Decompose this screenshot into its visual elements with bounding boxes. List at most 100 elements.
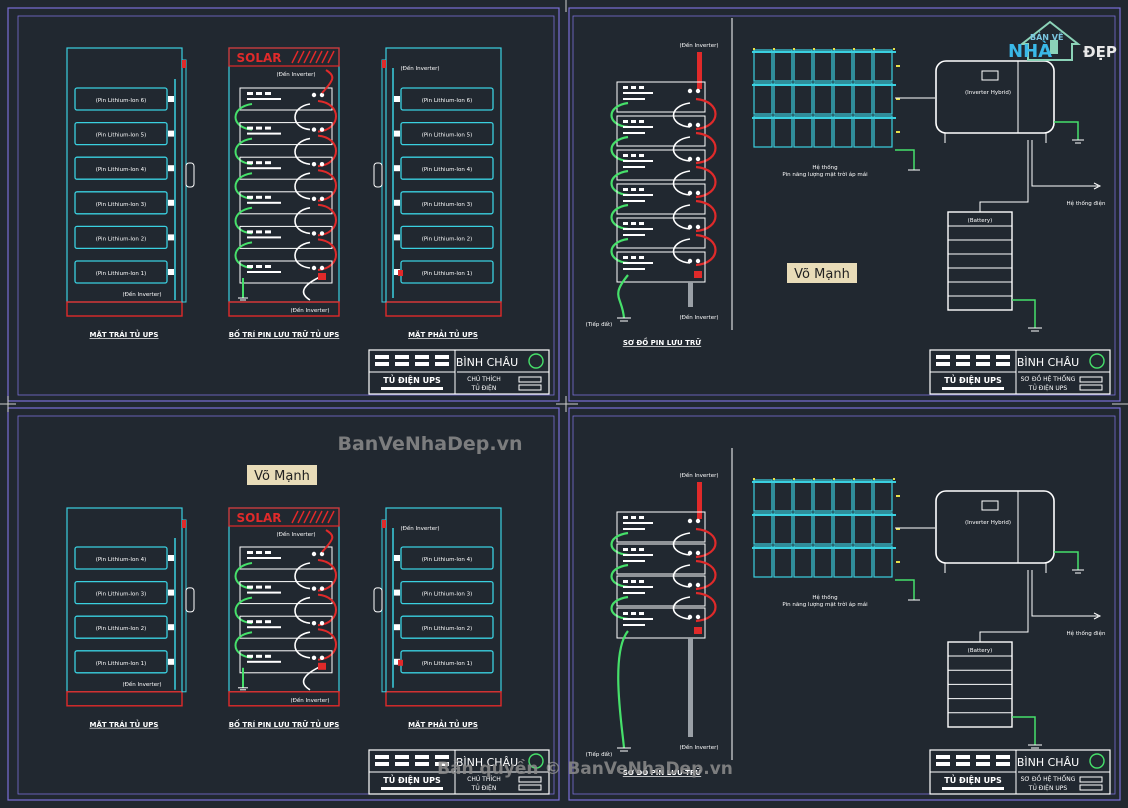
title-block-mark	[976, 362, 990, 366]
module-port	[687, 156, 693, 162]
cabinet-door-hinge	[382, 60, 386, 68]
module-port	[687, 614, 693, 620]
module-indicator	[639, 222, 644, 225]
module-indicator	[639, 154, 644, 157]
battery-label: (Pin Lithium-Ion 4)	[422, 557, 473, 563]
module-indicator	[623, 188, 628, 191]
module-indicator	[247, 626, 281, 629]
title-block-mark	[956, 755, 970, 759]
title-block-mark	[976, 755, 990, 759]
module-indicator	[631, 580, 636, 583]
module-indicator	[623, 228, 653, 230]
title-block-mark	[996, 362, 1010, 366]
module-indicator	[256, 161, 262, 165]
cad-drawing-canvas: (Pin Lithium-Ion 6) (Pin Lithium-Ion 5) (P…	[0, 0, 1128, 808]
module-indicator	[631, 188, 636, 191]
module-port	[695, 88, 701, 94]
module-indicator	[247, 195, 253, 199]
center-view-title: BỐ TRÍ PIN LƯU TRỮ TỦ UPS	[229, 329, 340, 339]
module-port	[311, 231, 317, 236]
module-indicator	[631, 120, 636, 123]
module-indicator	[623, 528, 645, 530]
module-indicator	[247, 161, 253, 165]
title-block-mark	[996, 762, 1010, 766]
battery-label: (Pin Lithium-Ion 2)	[422, 236, 473, 242]
title-block-mark	[375, 355, 389, 359]
to-inverter-label: (Đến Inverter)	[680, 314, 719, 321]
battery-terminal	[168, 555, 174, 561]
title-block-mark	[381, 787, 443, 790]
module-indicator	[623, 516, 628, 519]
module-indicator	[623, 126, 653, 128]
title-block-mark	[435, 362, 449, 366]
to-inverter-label: (Đến Inverter)	[680, 744, 719, 751]
cabinet-door-hinge	[182, 520, 186, 528]
module-indicator	[256, 551, 262, 554]
battery-label: (Pin Lithium-Ion 4)	[96, 167, 147, 173]
module-port	[311, 586, 317, 591]
module-indicator	[256, 126, 262, 130]
module-indicator	[247, 92, 253, 95]
module-port	[695, 258, 701, 264]
module-port	[319, 586, 325, 591]
battery-terminal	[394, 589, 400, 596]
module-indicator	[623, 166, 645, 168]
battery-label: (Pin Lithium-Ion 4)	[96, 557, 147, 563]
battery-label: (Pin Lithium-Ion 3)	[422, 202, 473, 208]
module-indicator	[256, 195, 262, 199]
module-indicator	[623, 92, 653, 94]
title-block-system-1: SƠ ĐỒ HỆ THỐNG	[1021, 374, 1076, 383]
left-view-title: MẶT TRÁI TỦ UPS	[90, 719, 159, 729]
battery-label: (Pin Lithium-Ion 1)	[422, 661, 473, 667]
battery-terminal	[394, 624, 400, 631]
ground-label: (Tiếp đất)	[586, 321, 613, 328]
title-block-mark	[976, 355, 990, 359]
module-port	[311, 655, 317, 660]
inverter-negative-cable	[688, 282, 693, 307]
module-indicator	[623, 132, 645, 134]
module-indicator	[623, 554, 653, 556]
module-port	[311, 162, 317, 167]
breaker-switch	[318, 273, 326, 280]
module-indicator	[247, 201, 281, 204]
module-indicator	[639, 188, 644, 191]
title-block-mark	[936, 355, 950, 359]
module-port	[319, 621, 325, 626]
battery-terminal	[394, 199, 400, 206]
module-port	[695, 122, 701, 128]
to-inverter-label: (Đến Inverter)	[291, 697, 330, 704]
title-block-mark	[942, 787, 1004, 790]
module-port	[695, 614, 701, 620]
to-inverter-label: (Đến Inverter)	[291, 307, 330, 314]
module-indicator	[639, 516, 644, 519]
author-text: Võ Mạnh	[254, 469, 310, 484]
inverter-label: (Inverter Hybrid)	[965, 90, 1011, 96]
inverter-label: (Inverter Hybrid)	[965, 520, 1011, 526]
module-indicator	[623, 522, 653, 524]
title-block-note-2: TỦ ĐIỆN	[471, 384, 497, 392]
battery-terminal	[394, 555, 400, 561]
module-port	[687, 88, 693, 94]
module-indicator	[247, 236, 281, 239]
module-indicator	[623, 86, 628, 89]
battery-terminal	[168, 199, 174, 206]
module-indicator	[631, 222, 636, 225]
module-port	[319, 127, 325, 132]
module-indicator	[623, 560, 645, 562]
title-block-mark	[996, 755, 1010, 759]
breaker-switch	[694, 271, 702, 278]
module-port	[695, 190, 701, 196]
pv-system-label: Hệ thống	[812, 164, 837, 171]
module-indicator	[256, 654, 262, 658]
battery-label: (Battery)	[968, 648, 993, 654]
title-block-mark	[415, 762, 429, 766]
pv-system-label: Pin năng lượng mặt trời áp mái	[782, 601, 868, 608]
cabinet-door-hinge	[182, 60, 186, 68]
module-indicator	[247, 620, 253, 624]
inverter-positive-cable	[697, 52, 702, 89]
battery-label: (Pin Lithium-Ion 2)	[96, 236, 147, 242]
module-indicator	[265, 230, 271, 234]
title-block-mark	[375, 755, 389, 759]
module-port	[319, 655, 325, 660]
module-indicator	[623, 592, 645, 594]
